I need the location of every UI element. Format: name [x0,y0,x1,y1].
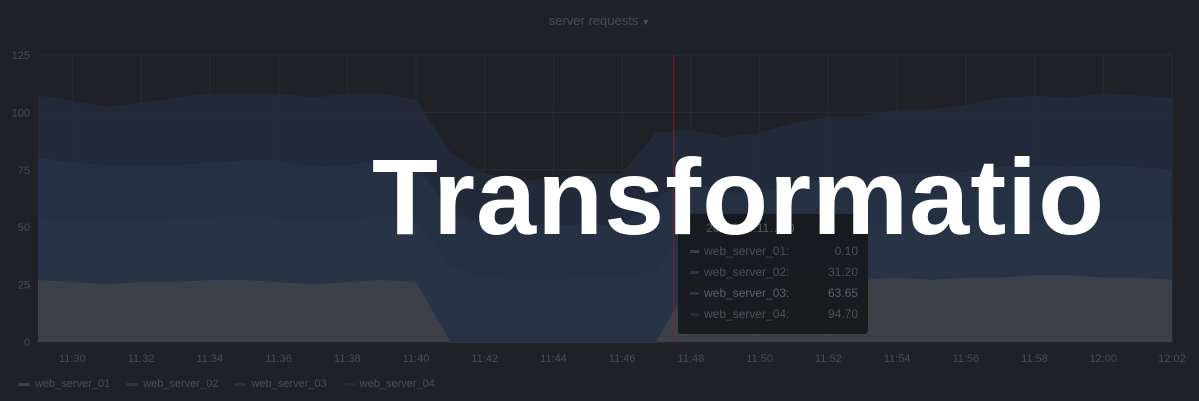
y-tick-label: 0 [24,337,30,349]
x-tick-label: 11:32 [128,353,155,365]
tooltip-row: web_server_03: 63.65 [690,286,858,300]
x-tick-label: 11:54 [884,353,911,365]
y-tick-label: 50 [18,222,30,234]
x-tick-label: 11:56 [952,353,979,365]
legend-swatch [18,382,30,386]
tooltip-series-name: web_server_04: [704,307,790,321]
legend-label: web_server_02 [143,378,219,390]
legend-label: web_server_03 [251,378,327,390]
y-tick-label: 25 [18,280,30,292]
legend-label: web_server_04 [359,378,435,390]
tooltip-swatch [690,312,699,316]
legend-item[interactable]: web_server_01 [18,378,110,390]
y-tick-label: 100 [12,107,30,119]
tooltip-row: web_server_02: 31.20 [690,265,858,279]
x-tick-label: 11:52 [815,353,842,365]
legend-swatch [126,382,139,386]
legend-item[interactable]: web_server_04 [342,378,435,390]
legend-item[interactable]: web_server_03 [234,378,327,390]
tooltip-row: web_server_04: 94.70 [690,307,858,321]
x-tick-label: 11:46 [609,353,636,365]
x-tick-label: 11:30 [59,353,86,365]
x-tick-label: 11:48 [678,353,705,365]
x-tick-label: 11:34 [196,353,223,365]
y-tick-label: 125 [12,50,30,62]
x-tick-label: 12:00 [1090,353,1118,365]
legend-swatch [234,382,247,386]
tooltip-swatch [690,291,699,295]
y-tick-label: 75 [18,165,30,177]
tooltip-series-value: 94.70 [827,307,858,321]
x-tick-label: 11:58 [1021,353,1048,365]
overlay-title: Transformatio [372,136,1106,257]
x-tick-label: 11:38 [334,353,361,365]
legend: web_server_01 web_server_02 web_server_0… [18,378,435,390]
tooltip-series-name: web_server_02: [704,265,790,279]
x-tick-label: 12:02 [1158,353,1186,365]
tooltip-series-name: web_server_03: [704,286,790,300]
x-tick-label: 11:40 [403,353,430,365]
x-tick-label: 11:50 [746,353,773,365]
x-tick-label: 11:36 [265,353,292,365]
legend-swatch [342,382,355,386]
x-tick-label: 11:44 [540,353,567,365]
tooltip-series-value: 63.65 [827,286,858,300]
legend-item[interactable]: web_server_02 [126,378,218,390]
tooltip-series-value: 31.20 [827,265,858,279]
legend-label: web_server_01 [35,378,111,390]
x-tick-label: 11:42 [471,353,498,365]
tooltip-swatch [690,270,699,274]
